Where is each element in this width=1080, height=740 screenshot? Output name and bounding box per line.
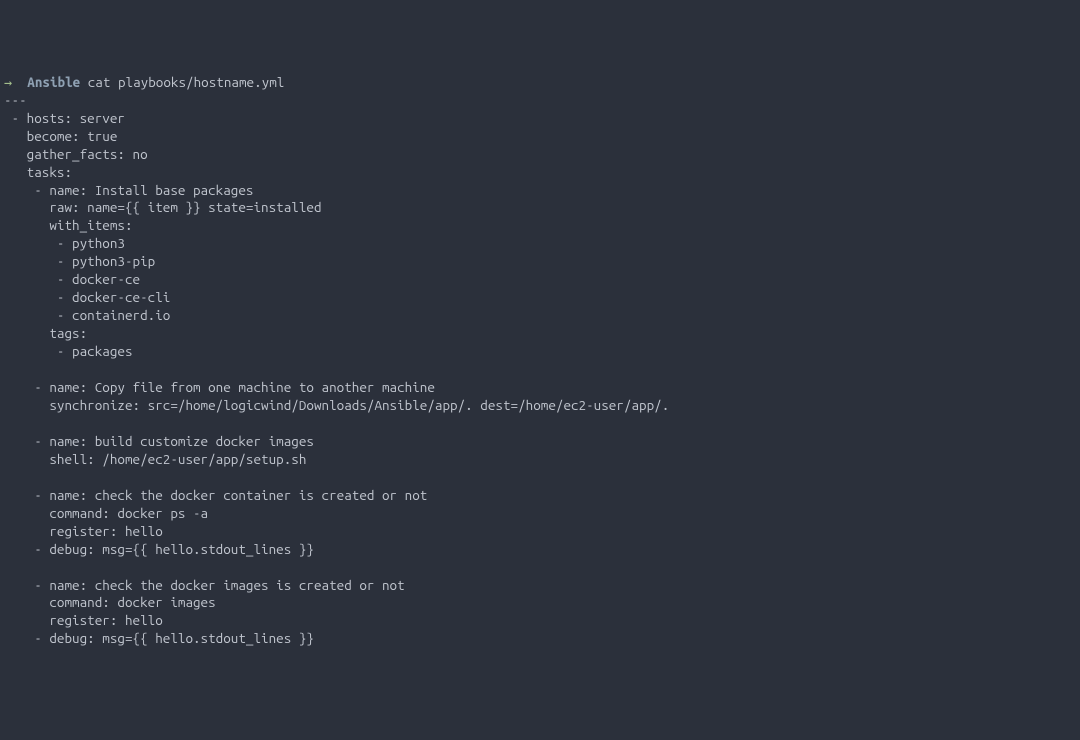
output-line: tasks: [4,164,72,180]
output-line: - hosts: server [4,110,125,126]
output-line: register: hello [4,523,163,539]
output-line: - name: check the docker images is creat… [4,577,405,593]
output-line: tags: [4,325,87,341]
output-line: with_items: [4,217,133,233]
output-line: - name: Copy file from one machine to an… [4,379,435,395]
output-line: - name: build customize docker images [4,433,314,449]
output-line: - containerd.io [4,307,170,323]
output-line: raw: name={{ item }} state=installed [4,199,322,215]
output-line: - docker-ce [4,271,140,287]
command-text: cat playbooks/hostname.yml [88,74,285,90]
output-line: --- [4,92,27,108]
output-line: command: docker images [4,594,216,610]
output-line: command: docker ps -a [4,505,208,521]
output-line: gather_facts: no [4,146,148,162]
output-line: - debug: msg={{ hello.stdout_lines }} [4,541,314,557]
output-line: become: true [4,128,117,144]
output-line: - python3-pip [4,253,155,269]
output-line: - docker-ce-cli [4,289,170,305]
output-line: - packages [4,343,133,359]
terminal[interactable]: → Ansible cat playbooks/hostname.yml ---… [0,72,1080,651]
output-line: - name: check the docker container is cr… [4,487,427,503]
output-line: synchronize: src=/home/logicwind/Downloa… [4,397,669,413]
prompt-cwd: Ansible [27,74,80,90]
output-line: - python3 [4,235,125,251]
output-line: shell: /home/ec2-user/app/setup.sh [4,451,306,467]
output-line: - debug: msg={{ hello.stdout_lines }} [4,630,314,646]
output-line: - name: Install base packages [4,182,253,198]
output-line: register: hello [4,612,163,628]
prompt-arrow: → [4,74,12,90]
